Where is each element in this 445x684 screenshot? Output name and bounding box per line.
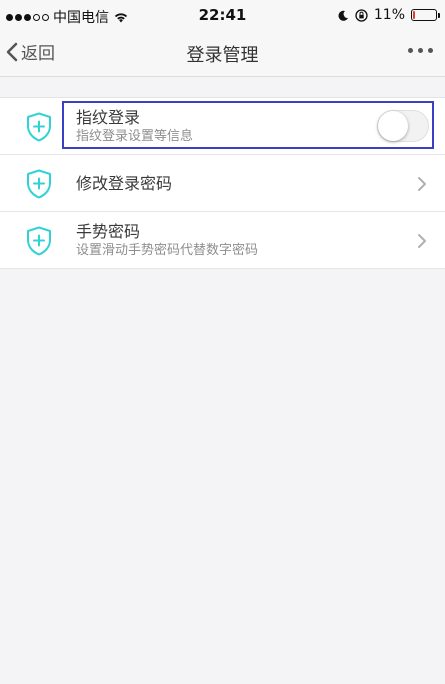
page-title: 登录管理 [186,45,259,66]
more-button[interactable] [408,48,433,53]
change-password-text: 修改登录密码 [76,155,172,212]
shield-plus-icon [27,112,51,142]
chevron-right-icon [418,177,426,191]
fingerprint-login-text: 指纹登录 指纹登录设置等信息 [76,98,193,155]
battery-percent: 11% [373,7,405,23]
navigation-bar: 返回 登录管理 [0,28,445,76]
gesture-password-text: 手势密码 设置滑动手势密码代替数字密码 [76,212,258,269]
top-bar: 中国电信 22:41 11% 返回 登录管理 [0,0,445,77]
status-right: 11% [338,7,440,23]
moon-icon [338,10,348,21]
chevron-right-icon [418,234,426,248]
fingerprint-login-toggle[interactable] [377,110,429,142]
settings-list: 指纹登录 指纹登录设置等信息 修改登录密码 手势密码 设置滑动手势密码代替数字密… [0,97,445,269]
shield-plus-icon [27,169,51,199]
battery-fill [413,11,415,19]
gesture-password-row[interactable]: 手势密码 设置滑动手势密码代替数字密码 [0,212,445,269]
fingerprint-login-sublabel: 指纹登录设置等信息 [76,129,194,144]
fingerprint-login-label: 指纹登录 [76,108,141,127]
rotation-lock-icon [355,8,368,22]
fingerprint-login-row[interactable]: 指纹登录 指纹登录设置等信息 [0,98,445,155]
battery-icon [411,9,440,21]
more-dot [418,48,423,53]
more-dot [428,48,433,53]
change-password-label: 修改登录密码 [76,173,173,193]
more-dot [408,48,413,53]
change-password-row[interactable]: 修改登录密码 [0,155,445,212]
toggle-knob [378,111,408,141]
shield-plus-icon [27,226,51,256]
gesture-password-sublabel: 设置滑动手势密码代替数字密码 [76,243,259,258]
gesture-password-label: 手势密码 [76,222,141,241]
status-bar: 中国电信 22:41 11% [0,0,445,28]
